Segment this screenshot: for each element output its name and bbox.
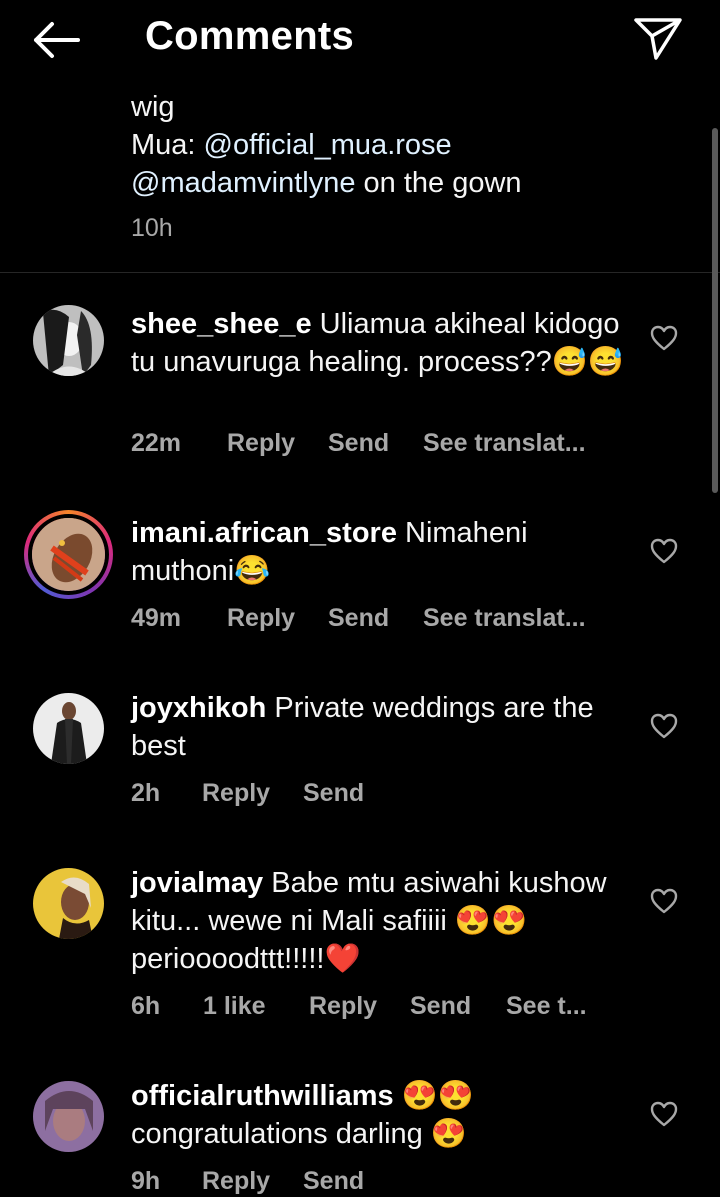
top-bar: Comments	[0, 0, 720, 80]
caption-text: on the gown	[355, 167, 522, 199]
comment-body: officialruthwilliams 😍😍 congratulations …	[131, 1077, 631, 1153]
see-translation-button[interactable]: See t...	[506, 992, 587, 1021]
avatar-image	[28, 514, 109, 595]
like-button[interactable]	[650, 888, 678, 914]
heart-icon	[650, 888, 678, 914]
caption-timestamp: 10h	[131, 214, 173, 242]
comment-username[interactable]: officialruthwilliams	[131, 1080, 394, 1112]
heart-icon	[650, 1101, 678, 1127]
comment-timestamp: 2h	[131, 779, 161, 807]
caption-text: Mua:	[131, 129, 204, 161]
like-button[interactable]	[650, 538, 678, 564]
like-count[interactable]: 1 like	[203, 992, 266, 1021]
like-button[interactable]	[650, 325, 678, 351]
send-button[interactable]: Send	[328, 429, 389, 458]
comment-timestamp: 6h	[131, 992, 161, 1020]
avatar[interactable]	[33, 693, 104, 764]
send-button[interactable]: Send	[328, 604, 389, 633]
see-translation-button[interactable]: See translat...	[423, 604, 586, 633]
heart-icon	[650, 713, 678, 739]
avatar[interactable]	[24, 510, 113, 599]
like-button[interactable]	[650, 713, 678, 739]
like-button[interactable]	[650, 1101, 678, 1127]
comment-username[interactable]: jovialmay	[131, 867, 263, 899]
heart-icon	[650, 325, 678, 351]
avatar-image	[33, 868, 104, 939]
reply-button[interactable]: Reply	[227, 604, 295, 633]
heart-icon	[650, 538, 678, 564]
page-title: Comments	[145, 14, 355, 58]
comment-timestamp: 22m	[131, 429, 182, 457]
reply-button[interactable]: Reply	[202, 1167, 270, 1196]
avatar-image	[33, 1081, 104, 1152]
comment-body: shee_shee_e Uliamua akiheal kidogo tu un…	[131, 305, 631, 381]
avatar-image	[33, 693, 104, 764]
reply-button[interactable]: Reply	[227, 429, 295, 458]
back-arrow-icon	[34, 22, 80, 58]
reply-button[interactable]: Reply	[202, 779, 270, 808]
comment-timestamp: 9h	[131, 1167, 161, 1195]
comment-username[interactable]: shee_shee_e	[131, 308, 312, 340]
send-button[interactable]: Send	[303, 1167, 364, 1196]
mention-link[interactable]: @madamvintlyne	[131, 167, 355, 199]
avatar-image	[33, 305, 104, 376]
caption-line: wig	[131, 91, 175, 123]
avatar[interactable]	[33, 1081, 104, 1152]
share-button[interactable]	[632, 14, 684, 62]
back-button[interactable]	[28, 18, 84, 62]
send-button[interactable]: Send	[410, 992, 471, 1021]
divider	[0, 272, 720, 273]
direct-message-icon	[634, 18, 682, 60]
reply-button[interactable]: Reply	[309, 992, 377, 1021]
see-translation-button[interactable]: See translat...	[423, 429, 586, 458]
comment-body: jovialmay Babe mtu asiwahi kushow kitu..…	[131, 864, 631, 978]
avatar[interactable]	[33, 868, 104, 939]
caption-line: @madamvintlyne on the gown	[131, 164, 522, 202]
mention-link[interactable]: @official_mua.rose	[204, 129, 452, 161]
send-button[interactable]: Send	[303, 779, 364, 808]
caption-line: Mua: @official_mua.rose	[131, 126, 522, 164]
comment-username[interactable]: joyxhikoh	[131, 692, 266, 724]
avatar[interactable]	[33, 305, 104, 376]
comment-body: joyxhikoh Private weddings are the best	[131, 689, 631, 765]
post-caption: wig Mua: @official_mua.rose @madamvintly…	[131, 88, 522, 202]
comment-username[interactable]: imani.african_store	[131, 517, 397, 549]
scrollbar[interactable]	[712, 128, 718, 493]
comment-timestamp: 49m	[131, 604, 182, 632]
comment-body: imani.african_store Nimaheni muthoni😂	[131, 514, 631, 590]
